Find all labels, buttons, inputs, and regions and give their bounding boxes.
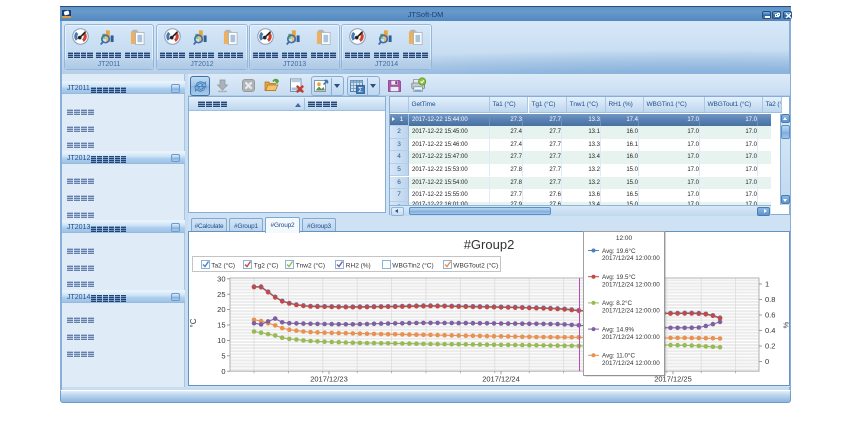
svg-text:0: 0: [221, 367, 225, 376]
svg-text:30: 30: [217, 274, 225, 283]
svg-text:0.8: 0.8: [765, 295, 775, 304]
svg-text:0.4: 0.4: [765, 326, 775, 335]
svg-text:%: %: [782, 321, 791, 328]
svg-text:1: 1: [765, 280, 769, 289]
svg-text:0.6: 0.6: [765, 311, 775, 320]
svg-text:20: 20: [217, 305, 225, 314]
svg-text:2017/12/25: 2017/12/25: [654, 375, 692, 384]
svg-text:25: 25: [217, 290, 225, 299]
svg-text:0.2: 0.2: [765, 342, 775, 351]
svg-text:5: 5: [221, 351, 225, 360]
svg-text:0: 0: [765, 357, 769, 366]
svg-text:Σ: Σ: [358, 85, 363, 94]
svg-text:10: 10: [217, 336, 225, 345]
svg-text:°C: °C: [189, 318, 198, 327]
svg-text:2017/12/23: 2017/12/23: [310, 375, 348, 384]
svg-text:15: 15: [217, 321, 225, 330]
svg-text:2017/12/24: 2017/12/24: [482, 375, 520, 384]
